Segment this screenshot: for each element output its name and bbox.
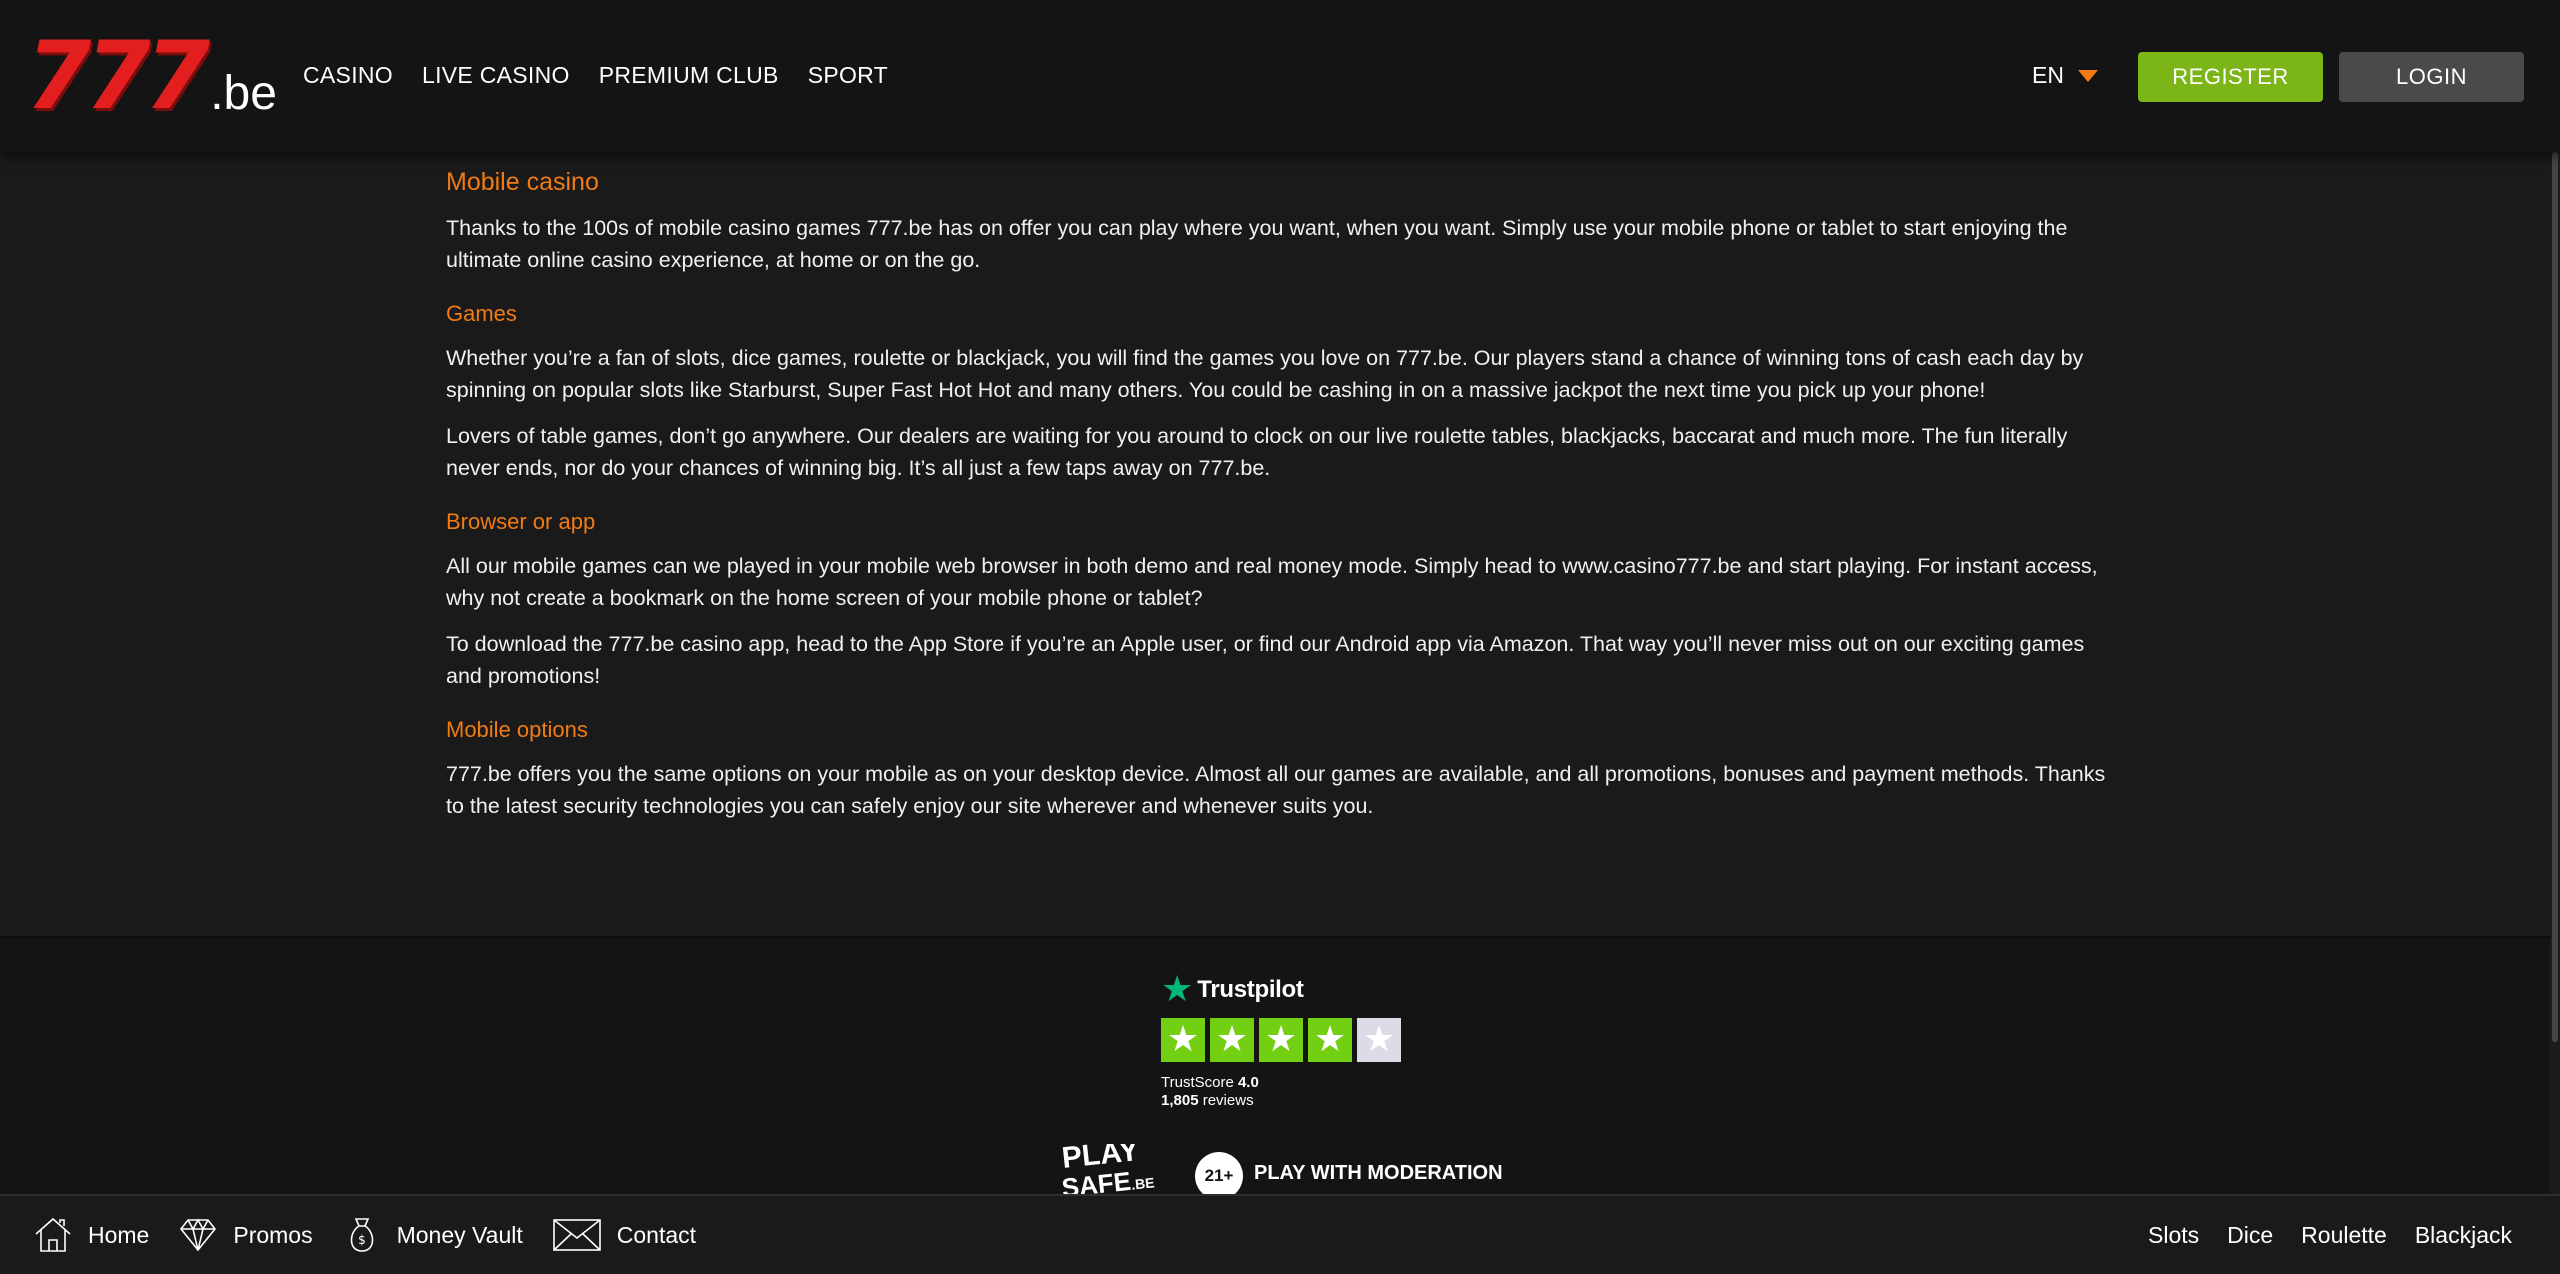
- reviews-label: reviews: [1202, 1092, 1254, 1109]
- trustpilot-name: Trustpilot: [1197, 976, 1304, 1003]
- paragraph: To download the 777.be casino app, head …: [446, 632, 2085, 688]
- bottom-nav-bar: Home Promos $ Money Vault Contact Slots …: [0, 1194, 2560, 1274]
- bottom-nav-right: Slots Dice Roulette Blackjack: [2148, 1196, 2512, 1274]
- section-heading-games: Games: [446, 301, 517, 326]
- logo-suffix: .be: [210, 67, 277, 120]
- trustpilot-star-icon: ★: [1161, 969, 1194, 1010]
- seo-content: Mobile casino Thanks to the 100s of mobi…: [446, 162, 2126, 836]
- playsafe-suffix: .BE: [1130, 1174, 1156, 1193]
- intro-paragraph: Thanks to the 100s of mobile casino game…: [446, 216, 2068, 272]
- star-icon: ★: [1210, 1018, 1254, 1062]
- register-button[interactable]: REGISTER: [2138, 52, 2323, 102]
- bottom-link-slots[interactable]: Slots: [2148, 1222, 2199, 1249]
- bottom-nav-promos[interactable]: Promos: [177, 1214, 313, 1256]
- bottom-nav-home[interactable]: Home: [32, 1214, 149, 1256]
- svg-text:$: $: [358, 1233, 366, 1247]
- trustscore-value: 4.0: [1237, 1074, 1259, 1091]
- bottom-nav-money-vault[interactable]: $ Money Vault: [341, 1214, 523, 1256]
- playsafe-logo[interactable]: PLAY SAFE.BE: [1062, 1144, 1172, 1196]
- trustpilot-widget[interactable]: ★ Trustpilot ★ ★ ★ ★ ★ TrustScore 4.0 1,…: [1161, 970, 1421, 1110]
- language-label: EN: [2032, 62, 2064, 88]
- star-empty-icon: ★: [1357, 1018, 1401, 1062]
- paragraph: 777.be offers you the same options on yo…: [446, 762, 2106, 818]
- nav-sport[interactable]: SPORT: [808, 62, 888, 89]
- logo-777: 777: [26, 22, 210, 131]
- bottom-link-blackjack[interactable]: Blackjack: [2415, 1222, 2512, 1249]
- bottom-nav-contact[interactable]: Contact: [551, 1214, 696, 1256]
- star-icon: ★: [1308, 1018, 1352, 1062]
- bottom-nav-home-label: Home: [88, 1221, 150, 1248]
- trustscore-label: TrustScore: [1161, 1074, 1234, 1091]
- bottom-nav-promos-label: Promos: [233, 1221, 313, 1248]
- money-bag-icon: $: [350, 1218, 373, 1252]
- reviews-count: 1,805: [1161, 1092, 1199, 1109]
- section-heading-mobile-options: Mobile options: [446, 717, 588, 742]
- site-footer: ★ Trustpilot ★ ★ ★ ★ ★ TrustScore 4.0 1,…: [0, 936, 2550, 1196]
- scrollbar-thumb[interactable]: [2552, 152, 2558, 1042]
- trustscore: TrustScore 4.0 1,805 reviews: [1161, 1074, 1421, 1110]
- paragraph: Lovers of table games, don’t go anywhere…: [446, 424, 2068, 480]
- site-header: 777 .be CASINO LIVE CASINO PREMIUM CLUB …: [0, 0, 2560, 152]
- section-heading-browser-or-app: Browser or app: [446, 509, 596, 534]
- paragraph: Whether you’re a fan of slots, dice game…: [446, 346, 2084, 402]
- trustpilot-brand: ★ Trustpilot: [1161, 970, 1421, 1010]
- bottom-link-roulette[interactable]: Roulette: [2301, 1222, 2387, 1249]
- nav-live-casino[interactable]: LIVE CASINO: [422, 62, 570, 89]
- diamond-icon: [180, 1218, 217, 1252]
- envelope-icon: [552, 1219, 601, 1251]
- star-icon: ★: [1259, 1018, 1303, 1062]
- main-nav: CASINO LIVE CASINO PREMIUM CLUB SPORT: [303, 62, 888, 89]
- bottom-nav-left: Home Promos $ Money Vault Contact: [32, 1196, 724, 1274]
- responsible-gaming: PLAY SAFE.BE 21+ PLAY WITH MODERATION: [1062, 1144, 1522, 1196]
- age-21-badge: 21+: [1195, 1152, 1243, 1196]
- nav-premium-club[interactable]: PREMIUM CLUB: [599, 62, 779, 89]
- star-icon: ★: [1161, 1018, 1205, 1062]
- nav-casino[interactable]: CASINO: [303, 62, 393, 89]
- trustpilot-stars: ★ ★ ★ ★ ★: [1161, 1018, 1421, 1062]
- bottom-nav-money-vault-label: Money Vault: [396, 1221, 523, 1248]
- play-with-moderation: PLAY WITH MODERATION: [1254, 1162, 1503, 1184]
- paragraph: All our mobile games can we played in yo…: [446, 554, 2098, 610]
- page-title: Mobile casino: [446, 168, 599, 196]
- home-icon: [35, 1217, 71, 1252]
- bottom-nav-contact-label: Contact: [616, 1221, 697, 1248]
- language-selector[interactable]: EN: [2032, 62, 2098, 89]
- site-logo[interactable]: 777 .be: [26, 22, 278, 131]
- caret-down-icon: [2077, 69, 2098, 82]
- bottom-link-dice[interactable]: Dice: [2227, 1222, 2273, 1249]
- login-button[interactable]: LOGIN: [2339, 52, 2524, 102]
